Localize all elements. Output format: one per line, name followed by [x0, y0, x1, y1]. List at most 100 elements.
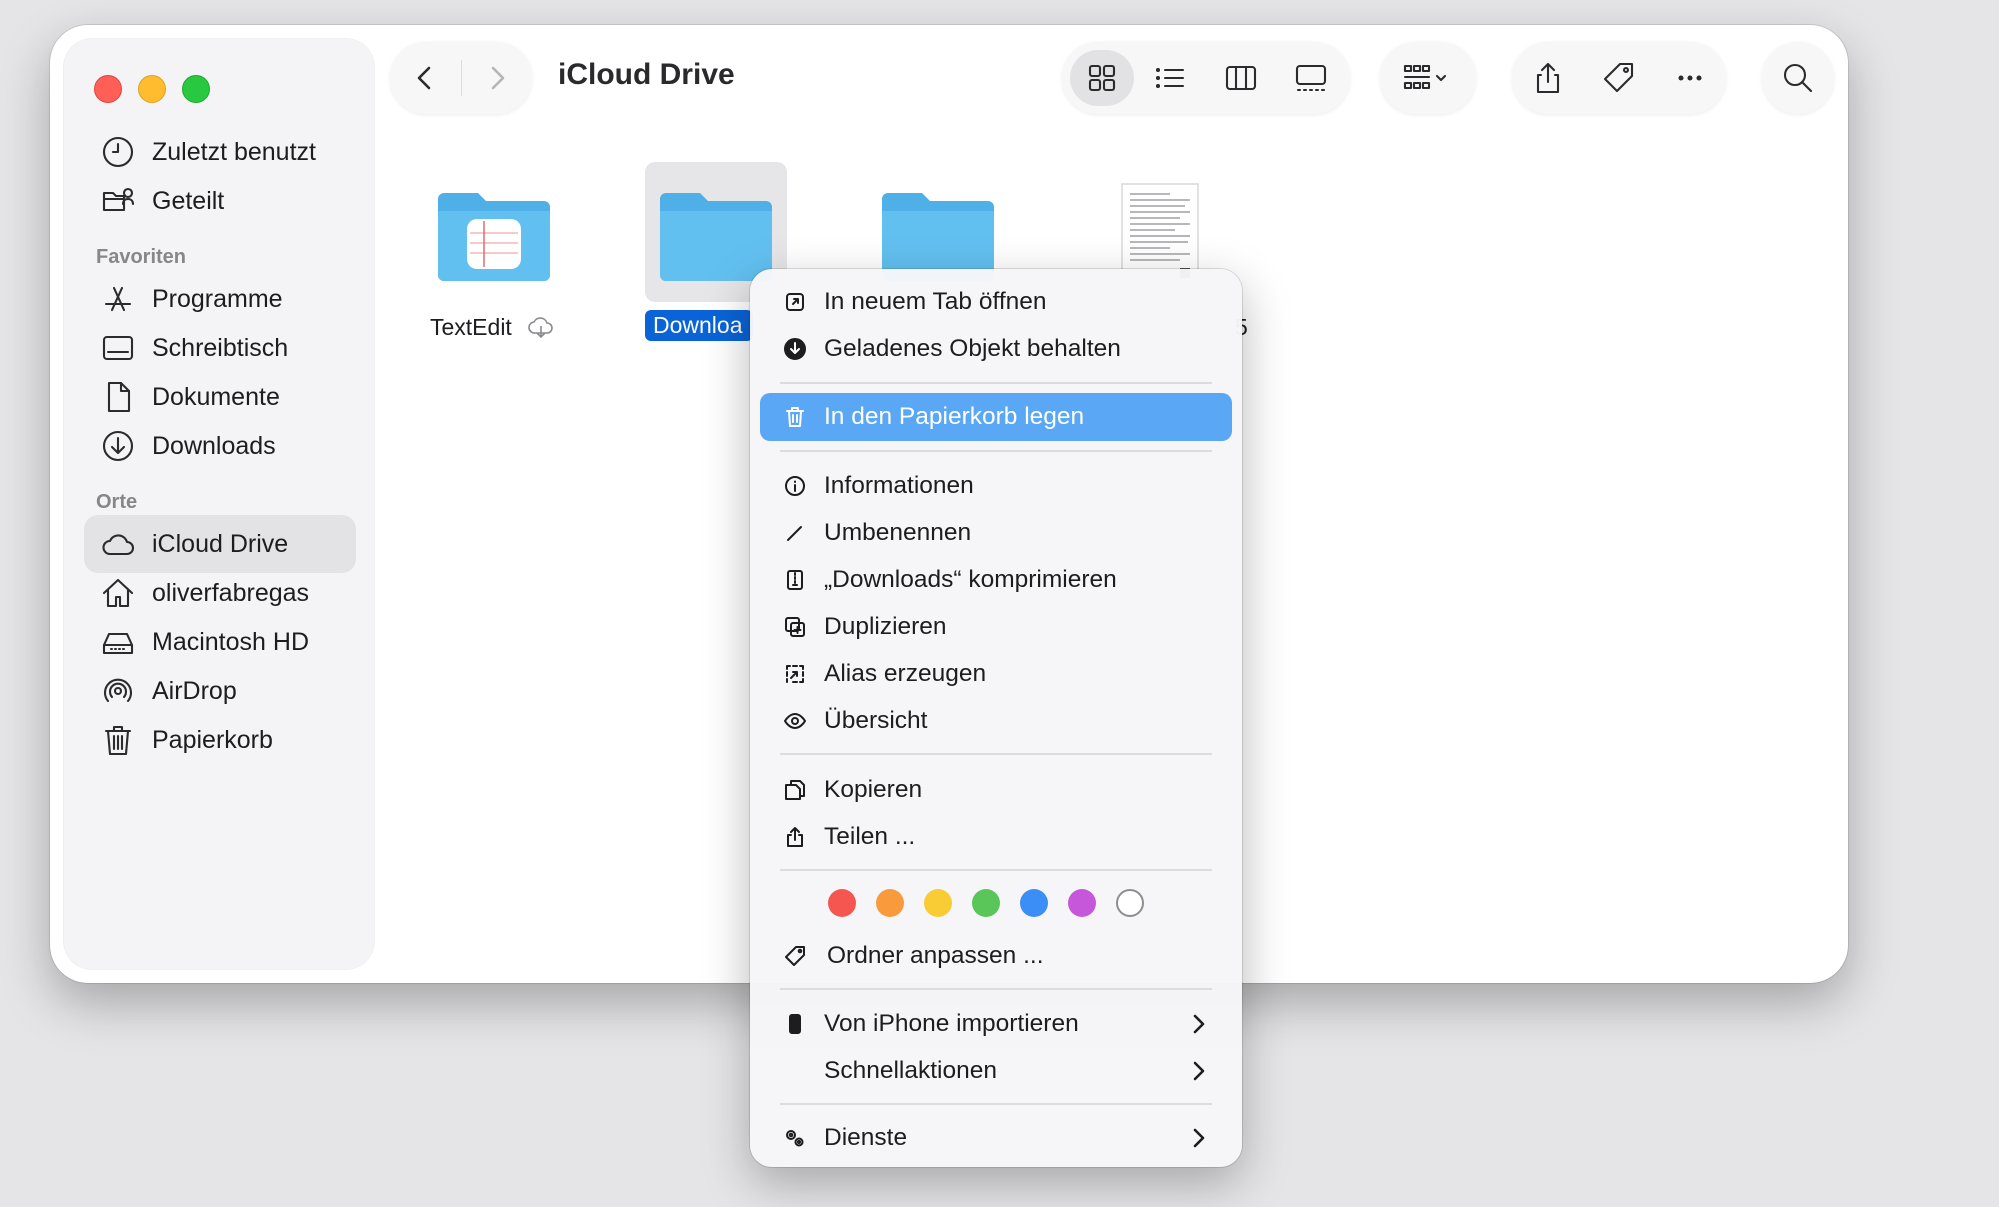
column-view-button[interactable]: [1206, 50, 1276, 106]
menu-item-label: „Downloads“ komprimieren: [824, 566, 1117, 593]
menu-item-move-to-trash[interactable]: In den Papierkorb legen: [760, 393, 1232, 441]
sidebar-item-label: Schreibtisch: [152, 333, 289, 362]
tag-green[interactable]: [972, 889, 1000, 917]
tags-button[interactable]: [1589, 50, 1649, 106]
tag-red[interactable]: [828, 889, 856, 917]
back-button[interactable]: [390, 42, 461, 114]
trash-icon: [780, 402, 810, 432]
iphone-icon: [780, 1009, 810, 1039]
share-button[interactable]: [1518, 50, 1578, 106]
menu-item-compress[interactable]: „Downloads“ komprimieren: [760, 557, 1232, 603]
sidebar-item-trash[interactable]: Papierkorb: [84, 711, 356, 769]
sidebar-item-downloads[interactable]: Downloads: [84, 417, 356, 475]
group-by-menu[interactable]: [1380, 42, 1476, 114]
trash-icon: [98, 720, 138, 760]
gears-icon: [780, 1123, 810, 1153]
archive-icon: [780, 565, 810, 595]
menu-separator: [780, 450, 1212, 452]
menu-separator: [780, 988, 1212, 990]
tag-blue[interactable]: [1020, 889, 1048, 917]
menu-item-duplicate[interactable]: Duplizieren: [760, 604, 1232, 650]
action-group: [1512, 42, 1726, 114]
menu-item-label: In den Papierkorb legen: [824, 403, 1085, 430]
view-mode-group: [1062, 42, 1350, 114]
cloud-icon: [98, 524, 138, 564]
sidebar-section-favorites: Favoriten: [96, 246, 187, 268]
download-circle-icon: [780, 334, 810, 364]
window-title: iCloud Drive: [558, 58, 735, 91]
eye-icon: [780, 706, 810, 736]
icon-view-button[interactable]: [1070, 50, 1134, 106]
tag-yellow[interactable]: [924, 889, 952, 917]
minimize-button[interactable]: [138, 75, 166, 103]
close-button[interactable]: [94, 75, 122, 103]
menu-item-copy[interactable]: Kopieren: [760, 767, 1232, 813]
menu-separator: [780, 382, 1212, 384]
menu-item-label: Umbenennen: [824, 519, 972, 546]
sidebar: Zuletzt benutzt Geteilt Favoriten Progra…: [64, 39, 374, 969]
download-icon: [98, 426, 138, 466]
menu-item-customize-folder[interactable]: Ordner anpassen ...: [760, 933, 1232, 979]
list-view-button[interactable]: [1134, 50, 1206, 106]
file-label: TextEdit: [430, 314, 512, 340]
more-icon: [1678, 75, 1702, 81]
menu-item-quick-look[interactable]: Übersicht: [760, 698, 1232, 744]
menu-separator: [780, 1103, 1212, 1105]
menu-item-label: Duplizieren: [824, 613, 947, 640]
menu-item-label: Von iPhone importieren: [824, 1010, 1079, 1037]
sidebar-item-label: Programme: [152, 284, 283, 313]
forward-button[interactable]: [462, 42, 533, 114]
columns-icon: [1225, 65, 1257, 91]
list-icon: [1155, 67, 1185, 89]
tag-purple[interactable]: [1068, 889, 1096, 917]
sidebar-item-label: Geteilt: [152, 186, 225, 215]
menu-item-label: Übersicht: [824, 707, 928, 734]
menu-item-keep-downloaded[interactable]: Geladenes Objekt behalten: [760, 326, 1232, 372]
menu-item-rename[interactable]: Umbenennen: [760, 510, 1232, 556]
tag-icon: [1603, 62, 1634, 93]
sidebar-section-places: Orte: [96, 491, 138, 513]
menu-item-label: Geladenes Objekt behalten: [824, 335, 1121, 362]
disk-icon: [98, 622, 138, 662]
sidebar-item-label: iCloud Drive: [152, 529, 289, 558]
shared-folder-icon: [98, 181, 138, 221]
zoom-button[interactable]: [182, 75, 210, 103]
airdrop-icon: [98, 671, 138, 711]
sidebar-item-label: Downloads: [152, 431, 276, 460]
menu-separator: [780, 869, 1212, 871]
menu-item-services[interactable]: Dienste: [760, 1115, 1232, 1161]
tag-icon: [780, 941, 810, 971]
menu-item-label: Teilen ...: [824, 823, 916, 850]
cloud-download-icon: [528, 317, 553, 339]
menu-item-label: Dienste: [824, 1124, 908, 1151]
menu-item-import-iphone[interactable]: Von iPhone importieren: [760, 1001, 1232, 1047]
search-icon: [1783, 63, 1813, 93]
menu-item-get-info[interactable]: Informationen: [760, 463, 1232, 509]
info-icon: [780, 471, 810, 501]
desktop-icon: [98, 328, 138, 368]
file-label: Downloa: [645, 310, 753, 341]
tag-orange[interactable]: [876, 889, 904, 917]
menu-item-label: Alias erzeugen: [824, 660, 987, 687]
menu-item-open-new-tab[interactable]: In neuem Tab öffnen: [760, 279, 1232, 325]
menu-item-label: Kopieren: [824, 776, 923, 803]
tag-none[interactable]: [1116, 889, 1144, 917]
gallery-view-button[interactable]: [1276, 50, 1346, 106]
menu-item-label: Informationen: [824, 472, 974, 499]
more-button[interactable]: [1660, 50, 1720, 106]
sidebar-item-label: oliverfabregas: [152, 578, 310, 607]
search-button[interactable]: [1770, 50, 1826, 106]
tag-color-row: [828, 889, 1144, 917]
sidebar-item-shared[interactable]: Geteilt: [84, 172, 356, 230]
context-menu: In neuem Tab öffnen Geladenes Objekt beh…: [750, 269, 1242, 1167]
menu-item-make-alias[interactable]: Alias erzeugen: [760, 651, 1232, 697]
group-by-button[interactable]: [1388, 50, 1468, 106]
group-grid-icon: [1403, 64, 1447, 90]
sidebar-item-label: Zuletzt benutzt: [152, 137, 316, 166]
menu-item-quick-actions[interactable]: Schnellaktionen: [760, 1048, 1232, 1094]
sidebar-item-label: AirDrop: [152, 676, 237, 705]
menu-item-share[interactable]: Teilen ...: [760, 814, 1232, 860]
menu-separator: [780, 753, 1212, 755]
clock-icon: [98, 132, 138, 172]
grid-icon: [1088, 64, 1116, 92]
